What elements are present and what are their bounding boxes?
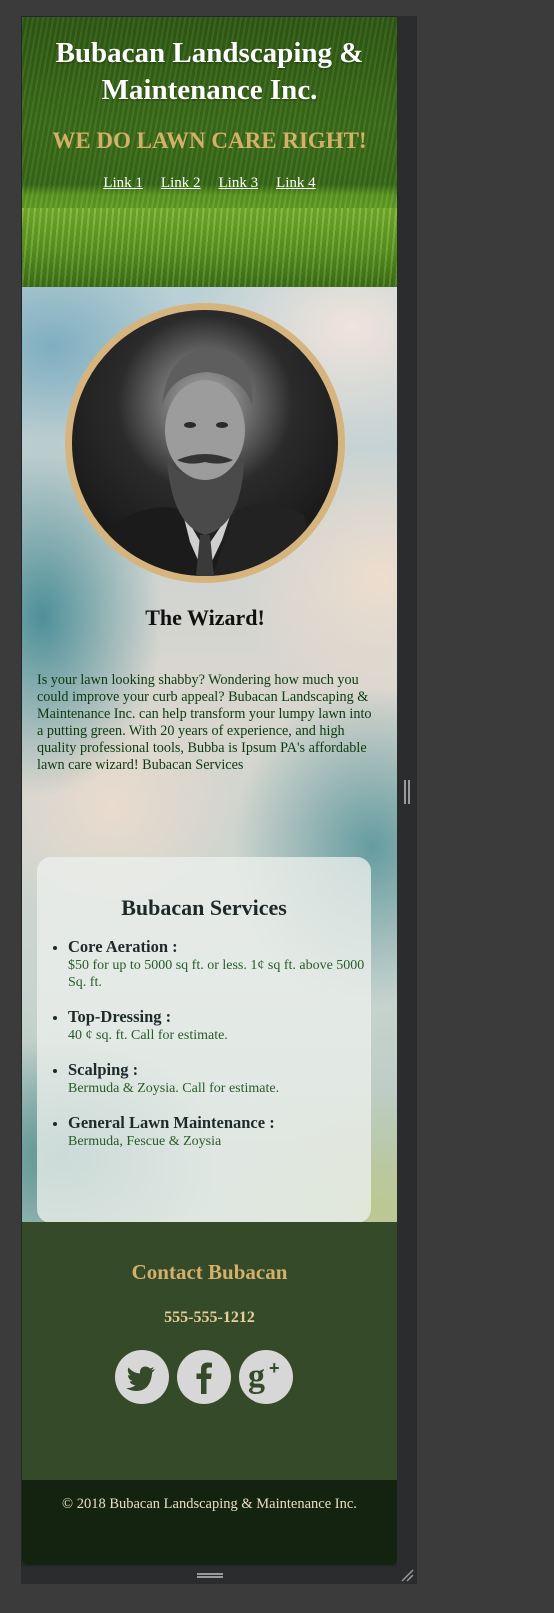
contact-heading: Contact Bubacan (131, 1260, 288, 1284)
service-item: Top-Dressing : 40 ¢ sq. ft. Call for est… (68, 1007, 368, 1044)
svg-text:g: g (248, 1358, 265, 1395)
service-item: General Lawn Maintenance : Bermuda, Fesc… (68, 1113, 368, 1150)
scrollbar-grip[interactable] (404, 780, 410, 804)
service-name: Top-Dressing : (68, 1007, 172, 1026)
page: Bubacan Landscaping & Maintenance Inc. W… (22, 17, 397, 1565)
phone-number[interactable]: 555-555-1212 (22, 1309, 397, 1327)
wizard-portrait (65, 303, 345, 583)
hero-section: The Wizard! Is your lawn looking shabby?… (22, 287, 397, 1277)
services-heading: Bubacan Services (121, 895, 287, 920)
services-card: Bubacan Services Core Aeration : $50 for… (37, 857, 371, 1223)
services-list: Core Aeration : $50 for up to 5000 sq ft… (52, 937, 368, 1166)
google-plus-icon[interactable]: g + (239, 1350, 293, 1404)
service-item: Scalping : Bermuda & Zoysia. Call for es… (68, 1060, 368, 1097)
service-description: $50 for up to 5000 sq ft. or less. 1¢ sq… (68, 958, 365, 990)
service-item: Core Aeration : $50 for up to 5000 sq ft… (68, 937, 368, 991)
copyright-text: © 2018 Bubacan Landscaping & Maintenance… (62, 1496, 357, 1512)
intro-paragraph: Is your lawn looking shabby? Wondering h… (37, 672, 372, 773)
tagline: WE DO LAWN CARE RIGHT! (52, 128, 367, 153)
service-name: Scalping : (68, 1060, 139, 1079)
site-title: Bubacan Landscaping & Maintenance Inc. (55, 37, 364, 106)
portrait-illustration (92, 348, 318, 576)
nav-link-1[interactable]: Link 1 (103, 175, 143, 191)
resize-grip[interactable] (197, 1573, 223, 1578)
nav-link-4[interactable]: Link 4 (276, 175, 316, 191)
site-footer: © 2018 Bubacan Landscaping & Maintenance… (22, 1480, 397, 1565)
twitter-icon[interactable] (115, 1350, 169, 1404)
service-description: Bermuda, Fescue & Zoysia (68, 1134, 222, 1149)
contact-section: Contact Bubacan 555-555-1212 g + (22, 1222, 397, 1480)
main-nav: Link 1 Link 2 Link 3 Link 4 (22, 174, 397, 192)
site-header: Bubacan Landscaping & Maintenance Inc. W… (22, 17, 397, 287)
service-description: 40 ¢ sq. ft. Call for estimate. (68, 1028, 228, 1043)
service-name: Core Aeration : (68, 937, 178, 956)
service-name: General Lawn Maintenance : (68, 1113, 275, 1132)
nav-link-3[interactable]: Link 3 (219, 175, 259, 191)
service-description: Bermuda & Zoysia. Call for estimate. (68, 1081, 280, 1096)
nav-link-2[interactable]: Link 2 (161, 175, 201, 191)
facebook-icon[interactable] (177, 1350, 231, 1404)
resize-corner-icon[interactable] (400, 1568, 414, 1582)
grass-banner (22, 208, 397, 287)
wizard-heading: The Wizard! (145, 605, 265, 630)
svg-text:+: + (269, 1358, 280, 1378)
